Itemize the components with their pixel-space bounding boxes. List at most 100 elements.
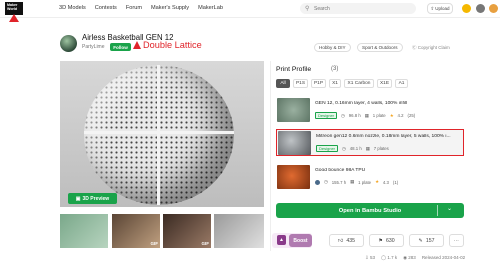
profile-thumbnail bbox=[277, 98, 310, 122]
comment-count: 157 bbox=[425, 237, 435, 244]
follow-button[interactable]: Follow bbox=[110, 43, 131, 51]
filter-x1-carbon[interactable]: X1 Carbon bbox=[344, 79, 374, 88]
profile-meta: Designer ◷ 96.8 h ▦ 1 plate ★ 4.2 (25) bbox=[315, 112, 415, 119]
designer-badge: Designer bbox=[315, 112, 338, 119]
comment-button[interactable]: ✎ 157 bbox=[409, 234, 444, 247]
filter-p1p[interactable]: P1P bbox=[311, 79, 326, 88]
tag-hobby-diy[interactable]: Hobby & DIY bbox=[314, 43, 351, 52]
more-icon: ⋯ bbox=[453, 237, 460, 244]
boost-button[interactable]: Boost bbox=[289, 234, 312, 247]
open-in-bambu-studio-label: Open in Bambu Studio bbox=[338, 207, 402, 214]
gallery-thumb-1[interactable] bbox=[60, 214, 108, 248]
logo-text-line2: World bbox=[7, 7, 18, 11]
uploader-avatar bbox=[315, 179, 320, 185]
ball-seam-vertical bbox=[157, 65, 160, 205]
open-in-bambu-studio-button[interactable]: Open in Bambu Studio bbox=[276, 203, 464, 218]
more-button[interactable]: ⋯ bbox=[449, 234, 464, 247]
gif-badge: GIF bbox=[150, 241, 159, 246]
print-time: 96.8 h bbox=[348, 113, 361, 118]
like-count: 435 bbox=[346, 237, 356, 244]
nav-link-contests[interactable]: Contests bbox=[95, 5, 117, 11]
model-stats: ⇩ 53 ◯ 1.7 k ◉ 283 Released 2024-04-02 bbox=[365, 255, 465, 261]
filter-a1[interactable]: A1 bbox=[395, 79, 408, 88]
rating-count: (25) bbox=[407, 113, 416, 118]
designer-badge: Designer bbox=[316, 145, 339, 152]
clock-icon: ◷ bbox=[342, 145, 346, 151]
filter-p1s[interactable]: P1S bbox=[293, 79, 308, 88]
search-bar: ⚲ bbox=[300, 3, 416, 14]
view-count: 283 bbox=[408, 255, 416, 260]
nav-link-forum[interactable]: Forum bbox=[126, 5, 142, 11]
top-nav: Maker World 3D Models Contests Forum Mak… bbox=[0, 0, 500, 18]
rating: 4.3 bbox=[382, 179, 389, 185]
collect-count: 630 bbox=[386, 237, 395, 244]
boost-icon: ▲ bbox=[277, 235, 286, 245]
plate-icon: ▦ bbox=[350, 179, 355, 184]
nav-link-makers-supply[interactable]: Maker's Supply bbox=[151, 5, 189, 11]
user-avatar[interactable] bbox=[489, 4, 498, 13]
3d-preview-label: 3D Preview bbox=[82, 195, 110, 202]
download-count: 53 bbox=[370, 255, 376, 260]
rating-count: (1) bbox=[392, 179, 399, 185]
print-count: 1.7 k bbox=[387, 255, 398, 260]
collect-button[interactable]: ⚑ 630 bbox=[369, 234, 404, 247]
gallery-thumb-4[interactable] bbox=[214, 214, 264, 248]
profile-name: Good bounce 98A TPU bbox=[315, 168, 366, 173]
profile-meta: Designer ◷ 48.1 h ▦ 7 plates bbox=[316, 145, 389, 152]
annotation-label: Double Lattice bbox=[143, 40, 202, 50]
plate-count: 1 plate bbox=[358, 179, 372, 185]
gallery-thumb-3[interactable]: GIF bbox=[163, 214, 211, 248]
upload-button[interactable]: ⇧ Upload bbox=[427, 3, 453, 14]
profile-item[interactable]: Good bounce 98A TPU ◷ 155.7 h ▦ 1 plate ★ 4… bbox=[276, 164, 464, 191]
print-profile-panel bbox=[270, 61, 470, 251]
cube-icon: ▣ bbox=[75, 195, 81, 202]
nav-link-makerlab[interactable]: MakerLab bbox=[198, 5, 223, 11]
search-icon: ⚲ bbox=[305, 6, 310, 12]
profile-item-selected[interactable]: Mitreon gen12 0.6mm nozzle, 0.18mm layer… bbox=[276, 129, 464, 156]
author-avatar[interactable] bbox=[60, 35, 77, 52]
main-model-image[interactable] bbox=[60, 61, 264, 207]
filter-all[interactable]: All bbox=[276, 79, 290, 88]
clock-icon: ◷ bbox=[324, 179, 328, 184]
profile-name: GEN 12, 0.16mm layer, 4 walls, 100% infi… bbox=[315, 101, 408, 106]
notification-icon[interactable] bbox=[476, 4, 485, 13]
profile-item[interactable]: GEN 12, 0.16mm layer, 4 walls, 100% infi… bbox=[276, 97, 464, 124]
plate-count: 1 plate bbox=[372, 113, 386, 118]
plate-count: 7 plates bbox=[373, 146, 389, 151]
print-stat: ◯ 1.7 k bbox=[381, 255, 398, 260]
star-icon: ★ bbox=[375, 179, 379, 184]
annotation-arrow-title bbox=[133, 41, 141, 49]
thumbs-up-icon: 👍︎ bbox=[337, 237, 344, 244]
download-stat: ⇩ 53 bbox=[365, 255, 376, 260]
annotation-arrow-logo bbox=[9, 14, 19, 22]
like-button[interactable]: 👍︎ 435 bbox=[329, 234, 364, 247]
gif-badge: GIF bbox=[201, 241, 210, 246]
star-icon: ★ bbox=[389, 112, 394, 118]
upload-icon: ⇧ bbox=[430, 5, 435, 11]
3d-preview-button[interactable]: ▣ 3D Preview bbox=[68, 193, 117, 204]
chevron-down-icon[interactable]: ⌄ bbox=[447, 205, 452, 212]
copyright-claim-label: Copyright Claim bbox=[417, 45, 450, 50]
gallery-thumb-2[interactable]: GIF bbox=[112, 214, 160, 248]
upload-label: Upload bbox=[435, 6, 450, 11]
plate-icon: ▦ bbox=[364, 112, 369, 118]
profile-meta: ◷ 155.7 h ▦ 1 plate ★ 4.3 (1) bbox=[315, 179, 398, 185]
tag-sport-outdoors[interactable]: Sport & Outdoors bbox=[357, 43, 403, 52]
bookmark-icon: ⚑ bbox=[378, 237, 383, 244]
author-name[interactable]: PartyLime bbox=[82, 44, 105, 50]
profile-thumbnail bbox=[277, 165, 310, 189]
points-icon[interactable] bbox=[462, 4, 471, 13]
search-input[interactable] bbox=[314, 4, 409, 13]
print-profile-title: Print Profile bbox=[276, 66, 312, 73]
filter-x1[interactable]: X1 bbox=[329, 79, 341, 88]
filter-x1e[interactable]: X1E bbox=[377, 79, 392, 88]
nav-link-3d-models[interactable]: 3D Models bbox=[59, 5, 86, 11]
release-date: Released 2024-04-02 bbox=[421, 255, 466, 260]
copyright-claim-link[interactable]: Ⓒ Copyright Claim bbox=[412, 45, 450, 51]
profile-thumbnail bbox=[278, 131, 311, 155]
nav-links: 3D Models Contests Forum Maker's Supply … bbox=[59, 5, 223, 11]
view-stat: ◉ 283 bbox=[403, 255, 416, 260]
plate-icon: ▦ bbox=[365, 145, 370, 151]
clock-icon: ◷ bbox=[341, 112, 345, 118]
print-time: 155.7 h bbox=[331, 179, 347, 185]
